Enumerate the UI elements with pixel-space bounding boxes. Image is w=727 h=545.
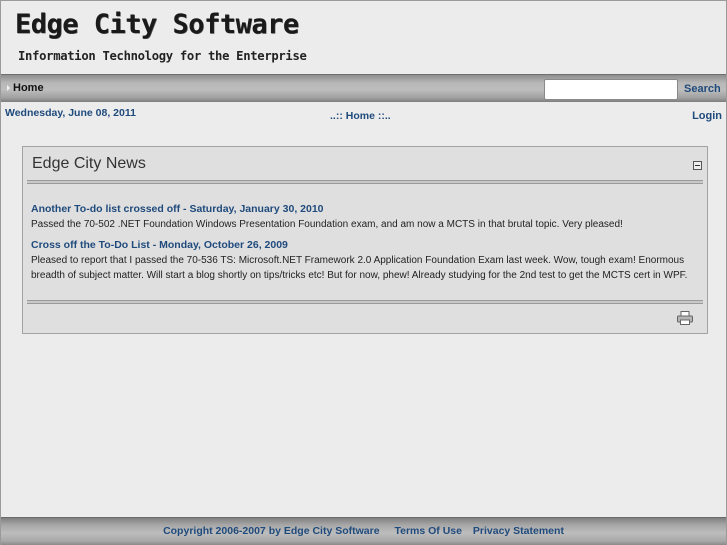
news-item-title[interactable]: Another To-do list crossed off - Saturda… (31, 202, 701, 216)
search-button[interactable]: Search (684, 83, 721, 95)
main-nav-bar: Home Search (1, 74, 726, 102)
printer-icon[interactable] (677, 311, 693, 325)
site-header: Edge City Software Information Technolog… (1, 0, 726, 74)
minus-box-icon[interactable] (693, 161, 702, 170)
copyright-text: Copyright 2006-2007 by Edge City Softwar… (163, 525, 380, 537)
breadcrumb-home-link[interactable]: Home (346, 110, 375, 122)
footer-links: Copyright 2006-2007 by Edge City Softwar… (1, 525, 726, 537)
terms-of-use-link[interactable]: Terms Of Use (394, 525, 462, 537)
module-divider (27, 300, 703, 304)
login-link[interactable]: Login (692, 110, 722, 122)
site-footer: Copyright 2006-2007 by Edge City Softwar… (1, 517, 726, 545)
privacy-statement-link[interactable]: Privacy Statement (473, 525, 564, 537)
nav-item-home[interactable]: Home (7, 82, 44, 94)
news-module: Edge City News Another To-do list crosse… (22, 146, 708, 334)
current-date: Wednesday, June 08, 2011 (5, 107, 136, 119)
breadcrumb-prefix: ..:: (330, 110, 343, 122)
arrow-right-icon (7, 85, 10, 91)
news-item-title[interactable]: Cross off the To-Do List - Monday, Octob… (31, 238, 701, 252)
module-divider (27, 180, 703, 184)
news-item: Cross off the To-Do List - Monday, Octob… (31, 238, 701, 283)
breadcrumb: ..:: Home ::.. (330, 110, 391, 122)
breadcrumb-suffix: ::.. (377, 110, 391, 122)
news-item-body: Passed the 70-502 .NET Foundation Window… (31, 219, 623, 230)
site-logo-title[interactable]: Edge City Software (15, 9, 299, 40)
nav-item-label: Home (13, 82, 44, 94)
module-title: Edge City News (32, 155, 146, 172)
info-bar: Wednesday, June 08, 2011 ..:: Home ::.. … (1, 103, 726, 127)
news-item-body: Pleased to report that I passed the 70-5… (31, 255, 688, 281)
news-item: Another To-do list crossed off - Saturda… (31, 202, 701, 232)
site-tagline: Information Technology for the Enterpris… (18, 49, 307, 63)
search-input[interactable] (544, 79, 678, 100)
